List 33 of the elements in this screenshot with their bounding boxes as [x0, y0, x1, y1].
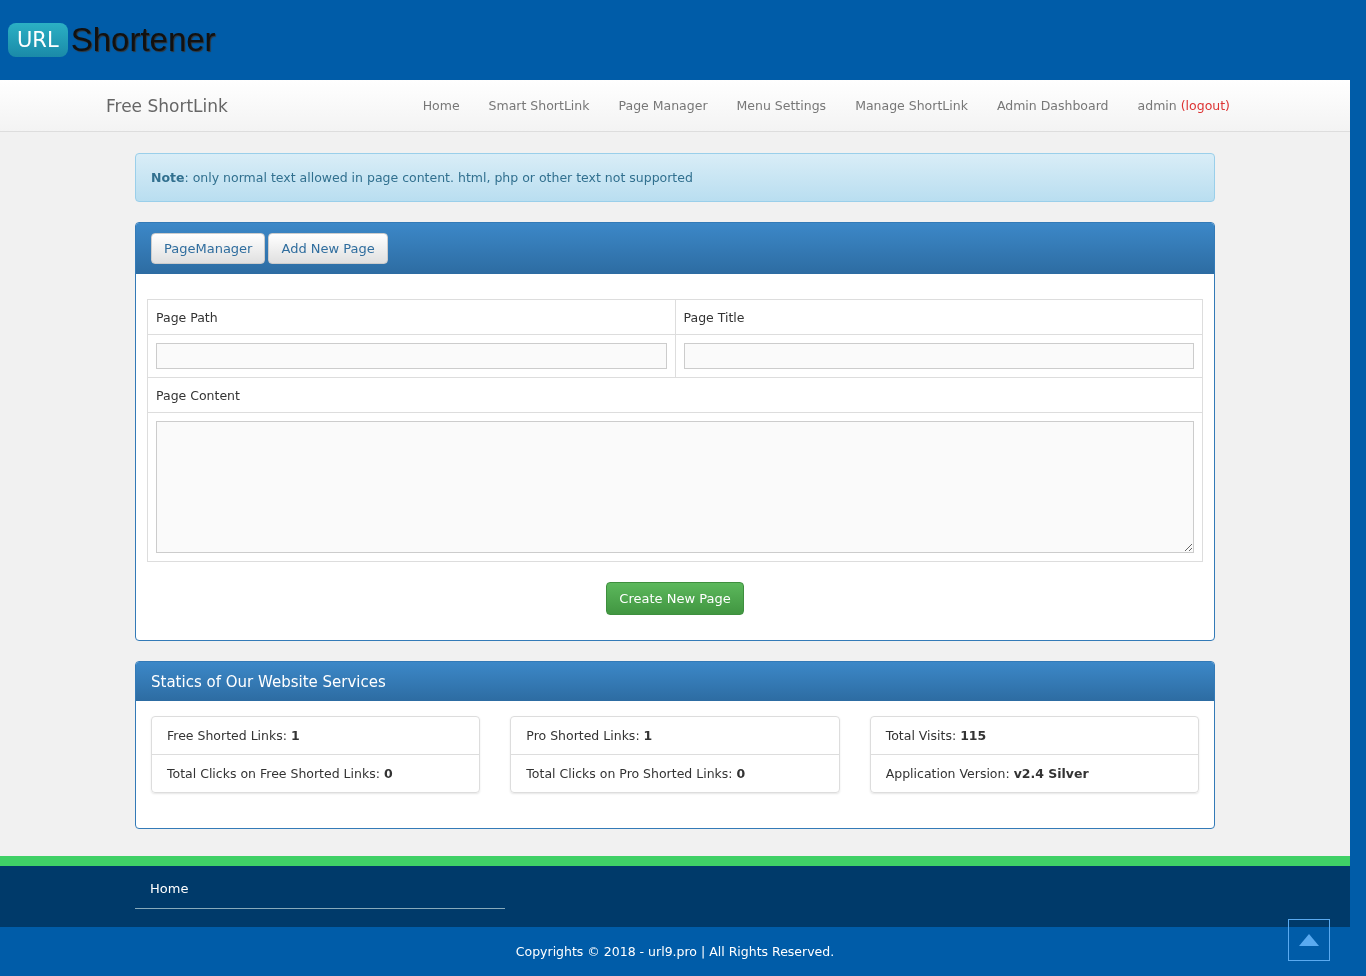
create-page-button[interactable]: Create New Page — [606, 582, 744, 615]
stat-text: Free Shorted Links: 1 — [166, 727, 301, 745]
scroll-top-button[interactable] — [1288, 919, 1330, 961]
toolbar-button[interactable]: PageManager — [151, 233, 266, 264]
panel-title: Statics of Our Website Services — [151, 673, 386, 691]
logout-link[interactable]: (logout) — [1180, 98, 1230, 113]
up-triangle-icon — [1299, 934, 1319, 946]
copyright-text: Copyrights © 2018 - url9.pro | All Rights Reserved. — [515, 944, 835, 959]
input-field[interactable] — [156, 343, 667, 369]
stat-text: Pro Shorted Links: 1 — [525, 727, 654, 745]
stat-text: Total Clicks on Free Shorted Links: 0 — [152, 754, 480, 792]
nav-link[interactable]: Menu Settings — [736, 98, 827, 113]
field-label: Page Content — [156, 387, 240, 403]
nav-link[interactable]: Smart ShortLink — [488, 98, 590, 113]
nav-link[interactable]: Home — [422, 98, 460, 113]
footer-link[interactable]: Home — [150, 881, 189, 896]
stat-text: Application Version: v2.4 Silver — [870, 754, 1198, 792]
user-name: admin — [1137, 98, 1177, 113]
nav-link[interactable]: Admin Dashboard — [996, 98, 1109, 113]
field-label: Page Path — [156, 309, 218, 325]
toolbar-button[interactable]: Add New Page — [268, 233, 388, 264]
stat-text: Total Clicks on Pro Shorted Links: 0 — [511, 754, 839, 792]
note-alert: Note: only normal text allowed in page content. html, php or other text not supported — [135, 153, 1215, 202]
field-label: Page Title — [683, 309, 745, 325]
nav-link[interactable]: Page Manager — [618, 98, 708, 113]
stat-text: Total Visits: 115 — [884, 727, 988, 745]
content-textarea[interactable] — [156, 421, 1194, 553]
logo-badge: URL — [8, 23, 68, 57]
site-logo[interactable]: URL Shortener — [8, 21, 216, 59]
brand-link[interactable]: Free ShortLink — [106, 95, 228, 116]
logo-text: Shortener — [70, 21, 216, 59]
input-field[interactable] — [683, 343, 1194, 369]
nav-link[interactable]: Manage ShortLink — [855, 98, 968, 113]
